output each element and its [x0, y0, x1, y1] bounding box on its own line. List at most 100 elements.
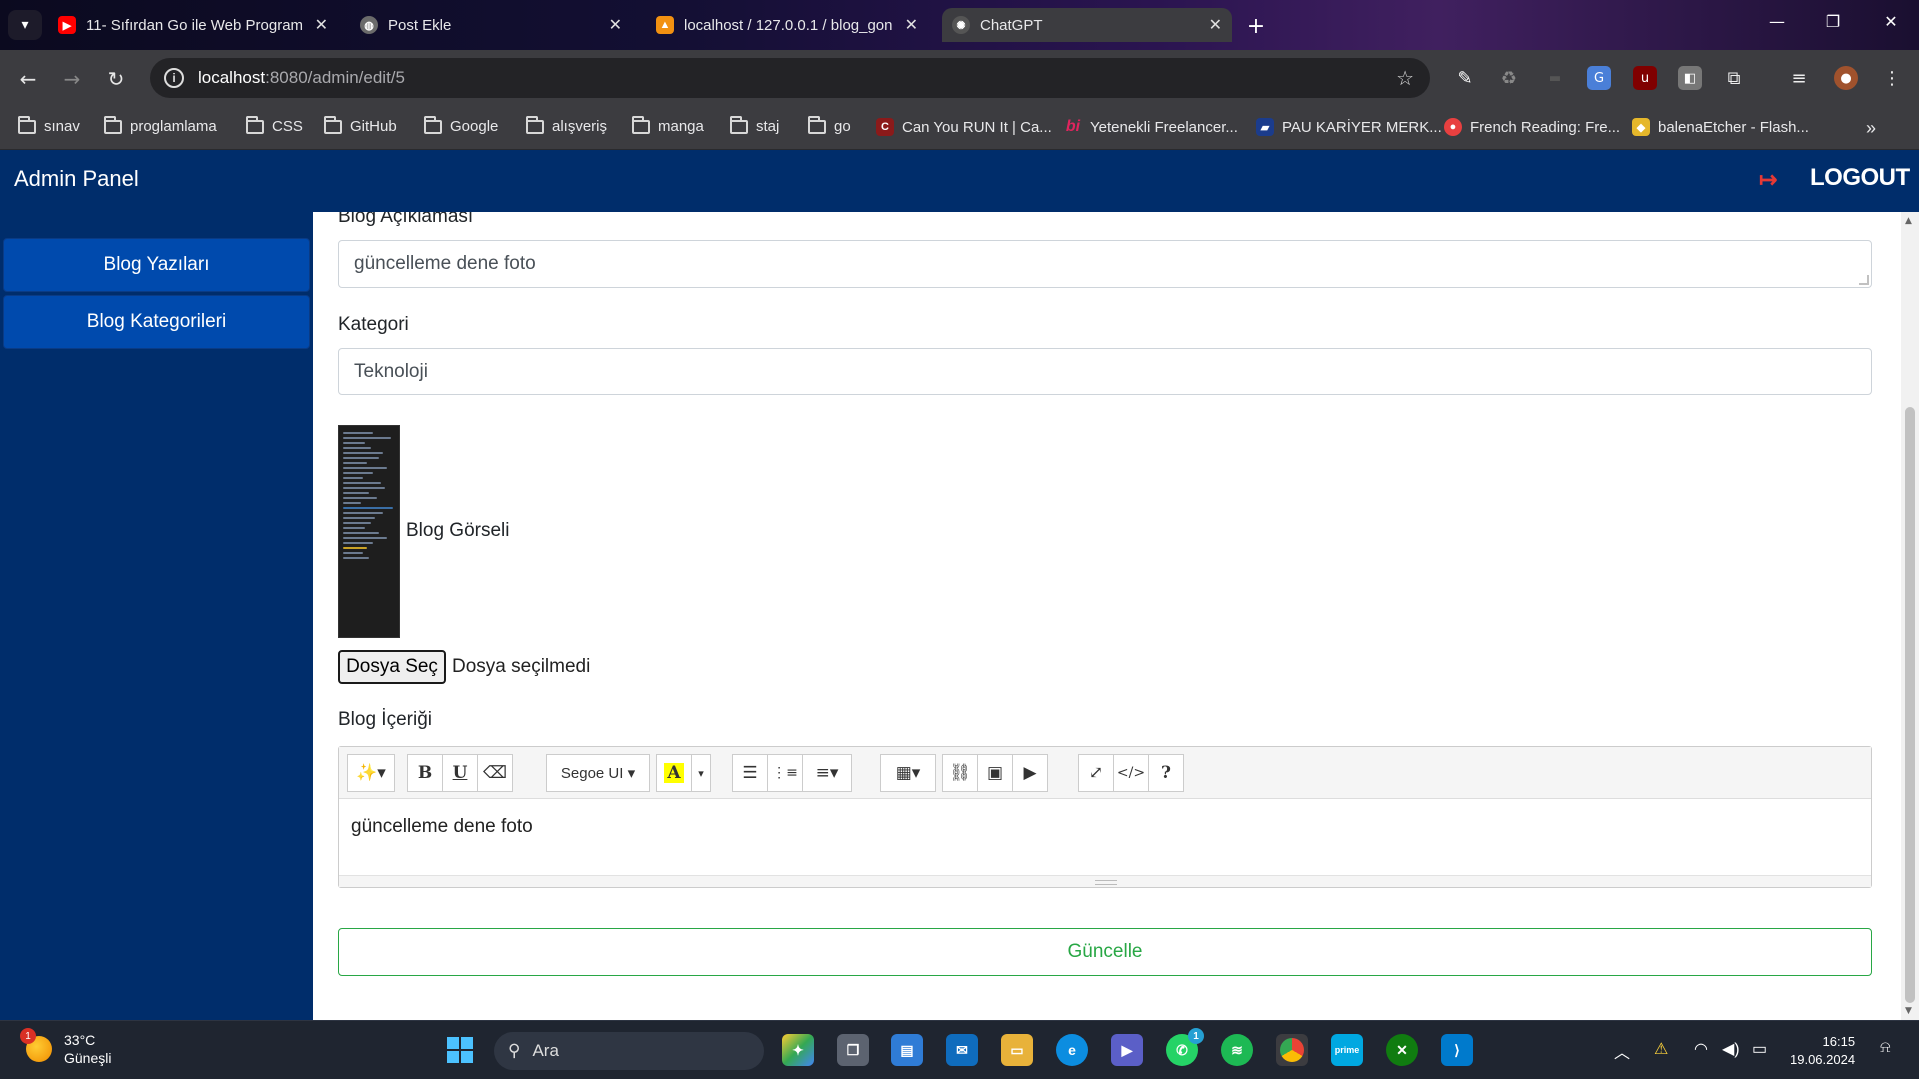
bookmark-balena[interactable]: ◆ balenaEtcher - Flash...: [1632, 118, 1809, 136]
tab-youtube[interactable]: ▶ 11- Sıfırdan Go ile Web Program ✕: [48, 8, 338, 42]
bookmark-pau[interactable]: ▰ PAU KARİYER MERK...: [1256, 118, 1442, 136]
font-name-dropdown[interactable]: Segoe UI ▾: [546, 754, 650, 792]
bookmark-sinav[interactable]: sınav: [18, 115, 80, 135]
sidebar-item-blog-categories[interactable]: Blog Kategorileri: [3, 295, 310, 349]
close-icon[interactable]: ✕: [609, 15, 622, 35]
clipchamp-icon[interactable]: ▶: [1111, 1034, 1143, 1066]
scroll-down-icon[interactable]: ▼: [1905, 1006, 1912, 1016]
address-bar[interactable]: i localhost:8080/admin/edit/5 ☆: [150, 58, 1430, 98]
vscode-icon[interactable]: ⟩: [1441, 1034, 1473, 1066]
bookmark-staj[interactable]: staj: [730, 115, 779, 135]
puzzle-icon[interactable]: ⧉: [1722, 66, 1746, 90]
site-info-icon[interactable]: i: [164, 68, 184, 88]
ublock-icon[interactable]: u: [1633, 66, 1657, 90]
magic-icon[interactable]: ✨▾: [347, 754, 395, 792]
logout-link[interactable]: LOGOUT: [1810, 164, 1910, 192]
close-window-icon[interactable]: ✕: [1876, 12, 1906, 31]
close-icon[interactable]: ✕: [1209, 15, 1222, 35]
align-icon[interactable]: ≡▾: [802, 754, 852, 792]
choose-file-button[interactable]: Dosya Seç: [338, 650, 446, 684]
bookmark-proglamlama[interactable]: proglamlama: [104, 115, 217, 135]
back-icon[interactable]: ←: [12, 63, 44, 95]
bookmarks-overflow-icon[interactable]: »: [1866, 118, 1876, 139]
edge-icon[interactable]: e: [1056, 1034, 1088, 1066]
weather-widget[interactable]: 1 33°C Güneşli: [20, 1028, 111, 1067]
restore-icon[interactable]: ❐: [1818, 12, 1848, 31]
bold-icon[interactable]: B: [407, 754, 443, 792]
profile-avatar[interactable]: ●: [1834, 66, 1858, 90]
minimize-icon[interactable]: —: [1762, 12, 1792, 31]
tab-chatgpt[interactable]: ✺ ChatGPT ✕: [942, 8, 1232, 42]
category-select[interactable]: Teknoloji: [338, 348, 1872, 395]
bookmark-google[interactable]: Google: [424, 115, 498, 135]
menu-icon[interactable]: ⋮: [1880, 66, 1904, 90]
code-view-icon[interactable]: </>: [1113, 754, 1149, 792]
bookmark-github[interactable]: GitHub: [324, 115, 397, 135]
notification-icon[interactable]: ⍾: [1880, 1039, 1891, 1057]
tray-overflow-icon[interactable]: ︿: [1614, 1039, 1630, 1063]
recycle-icon[interactable]: ♻: [1497, 66, 1521, 90]
bookmark-star-icon[interactable]: ☆: [1396, 66, 1414, 91]
file-explorer-icon[interactable]: ▭: [1001, 1034, 1033, 1066]
fullscreen-icon[interactable]: ⤢: [1078, 754, 1114, 792]
sidebar-item-blog-posts[interactable]: Blog Yazıları: [3, 238, 310, 292]
unordered-list-icon[interactable]: ☰: [732, 754, 768, 792]
bookmark-css[interactable]: CSS: [246, 115, 303, 135]
taskbar-clock[interactable]: 16:15 19.06.2024: [1790, 1033, 1855, 1069]
mail-icon[interactable]: ✉: [946, 1034, 978, 1066]
bookmark-canyourunit[interactable]: C Can You RUN It | Ca...: [876, 118, 1052, 136]
extension-icon[interactable]: ◧: [1678, 66, 1702, 90]
color-icon[interactable]: A: [656, 754, 692, 792]
tab-phpmyadmin[interactable]: ▲ localhost / 127.0.0.1 / blog_gon ✕: [646, 8, 928, 42]
store-icon[interactable]: ▤: [891, 1034, 923, 1066]
translate-icon[interactable]: G: [1587, 66, 1611, 90]
picture-icon[interactable]: ▣: [977, 754, 1013, 792]
spotify-icon[interactable]: ≋: [1221, 1034, 1253, 1066]
bookmark-bionluk[interactable]: bi Yetenekli Freelancer...: [1064, 118, 1238, 136]
chrome-icon[interactable]: [1276, 1034, 1308, 1066]
xbox-icon[interactable]: ✕: [1386, 1034, 1418, 1066]
bookmark-go[interactable]: go: [808, 115, 851, 135]
reload-icon[interactable]: ↻: [100, 63, 132, 95]
eraser-icon[interactable]: ⌫: [477, 754, 513, 792]
new-tab-button[interactable]: +: [1242, 12, 1270, 40]
volume-icon[interactable]: ◀): [1722, 1039, 1740, 1059]
task-view-icon[interactable]: ❐: [837, 1034, 869, 1066]
table-icon[interactable]: ▦▾: [880, 754, 936, 792]
copilot-icon[interactable]: ✦: [782, 1034, 814, 1066]
resize-grip-icon[interactable]: [1859, 275, 1869, 285]
scrollbar-thumb[interactable]: [1905, 407, 1915, 1003]
battery-icon[interactable]: ▭: [1752, 1039, 1767, 1059]
update-button[interactable]: Güncelle: [338, 928, 1872, 976]
bookmark-alisveris[interactable]: alışveriş: [526, 115, 607, 135]
close-icon[interactable]: ✕: [905, 15, 918, 35]
scroll-up-icon[interactable]: ▲: [1905, 216, 1912, 226]
tab-post-ekle[interactable]: ◍ Post Ekle ✕: [350, 8, 632, 42]
hidden-extension-icon[interactable]: ▬: [1543, 66, 1567, 90]
description-textarea[interactable]: güncelleme dene foto: [338, 240, 1872, 288]
editor-content[interactable]: güncelleme dene foto: [351, 816, 533, 838]
help-icon[interactable]: ?: [1148, 754, 1184, 792]
page-scrollbar[interactable]: ▲ ▼: [1901, 212, 1919, 1020]
forward-icon[interactable]: →: [56, 63, 88, 95]
whatsapp-icon[interactable]: ✆ 1: [1166, 1028, 1204, 1066]
ordered-list-icon[interactable]: ⋮≡: [767, 754, 803, 792]
close-icon[interactable]: ✕: [315, 15, 328, 35]
link-icon[interactable]: ⛓: [942, 754, 978, 792]
start-icon[interactable]: [444, 1034, 476, 1066]
wifi-icon[interactable]: ◠: [1694, 1039, 1708, 1059]
editor-resize-handle[interactable]: [339, 875, 1871, 887]
security-warning-icon[interactable]: ⚠: [1654, 1039, 1668, 1059]
eyedropper-icon[interactable]: ✎: [1453, 66, 1477, 90]
prime-video-icon[interactable]: prime: [1331, 1034, 1363, 1066]
underline-icon[interactable]: U: [442, 754, 478, 792]
bookmark-french-reading[interactable]: ● French Reading: Fre...: [1444, 118, 1620, 136]
tab-search-button[interactable]: ▾: [8, 10, 42, 40]
brand-title[interactable]: Admin Panel: [14, 166, 139, 192]
taskbar-search[interactable]: ⚲ Ara: [494, 1032, 764, 1070]
logout-icon[interactable]: ↦: [1759, 167, 1777, 193]
media-control-icon[interactable]: ≡: [1787, 66, 1811, 90]
color-dropdown-icon[interactable]: ▾: [691, 754, 711, 792]
bookmark-manga[interactable]: manga: [632, 115, 704, 135]
video-icon[interactable]: ▶: [1012, 754, 1048, 792]
